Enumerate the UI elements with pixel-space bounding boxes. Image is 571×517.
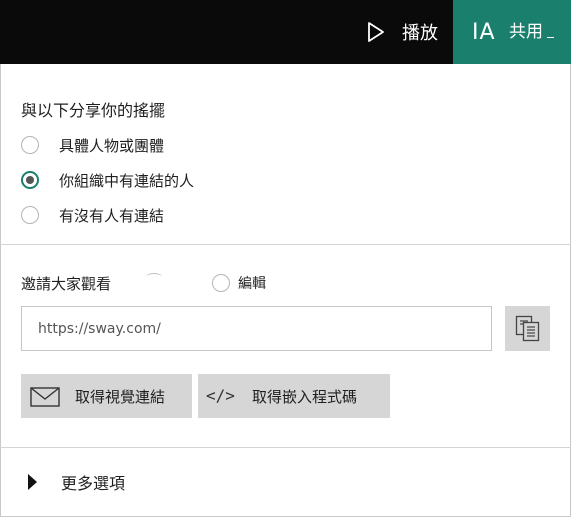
more-options-toggle[interactable]: 更多選項 xyxy=(28,470,125,494)
play-icon xyxy=(368,22,384,42)
get-visual-link-label: 取得視覺連結 xyxy=(75,389,166,406)
avatar: IA xyxy=(472,20,496,45)
share-panel xyxy=(0,0,571,517)
section-divider xyxy=(0,447,571,448)
share-option-label: 有沒有人有連結 xyxy=(59,206,165,225)
view-radio-button[interactable] xyxy=(146,273,162,281)
radio-button[interactable] xyxy=(21,136,39,154)
invite-view-label: 邀請大家觀看 xyxy=(21,275,112,293)
radio-button[interactable] xyxy=(21,206,39,224)
share-url-field[interactable] xyxy=(21,306,492,351)
share-option-organization[interactable]: 你組織中有連結的人 xyxy=(21,169,194,191)
edit-label: 編輯 xyxy=(238,276,266,292)
code-icon: </> xyxy=(206,386,235,405)
share-option-label: 具體人物或團體 xyxy=(59,136,165,155)
more-options-label: 更多選項 xyxy=(61,474,126,493)
share-button[interactable]: IA 共用 xyxy=(453,0,571,64)
triangle-right-icon xyxy=(28,474,37,490)
share-label: 共用 xyxy=(509,22,543,42)
invite-edit-option[interactable]: 編輯 xyxy=(212,273,266,293)
share-option-specific-people[interactable]: 具體人物或團體 xyxy=(21,134,164,156)
envelope-icon xyxy=(30,387,60,407)
get-embed-code-label: 取得嵌入程式碼 xyxy=(252,389,358,406)
play-label: 播放 xyxy=(402,23,438,44)
copy-icon xyxy=(515,315,540,342)
share-with-title: 與以下分享你的搖擺 xyxy=(21,101,166,120)
top-bar: 播放 IA 共用 xyxy=(0,0,571,64)
copy-link-button[interactable] xyxy=(505,306,550,351)
section-divider xyxy=(0,244,571,245)
get-embed-code-button[interactable]: </> 取得嵌入程式碼 xyxy=(198,374,390,418)
radio-button-selected[interactable] xyxy=(21,171,39,189)
share-underline xyxy=(547,37,554,38)
get-visual-link-button[interactable]: 取得視覺連結 xyxy=(21,374,192,418)
play-button[interactable]: 播放 xyxy=(345,0,453,64)
share-option-label: 你組織中有連結的人 xyxy=(59,171,195,190)
share-option-anyone-with-link[interactable]: 有沒有人有連結 xyxy=(21,204,164,226)
radio-button[interactable] xyxy=(212,274,230,292)
